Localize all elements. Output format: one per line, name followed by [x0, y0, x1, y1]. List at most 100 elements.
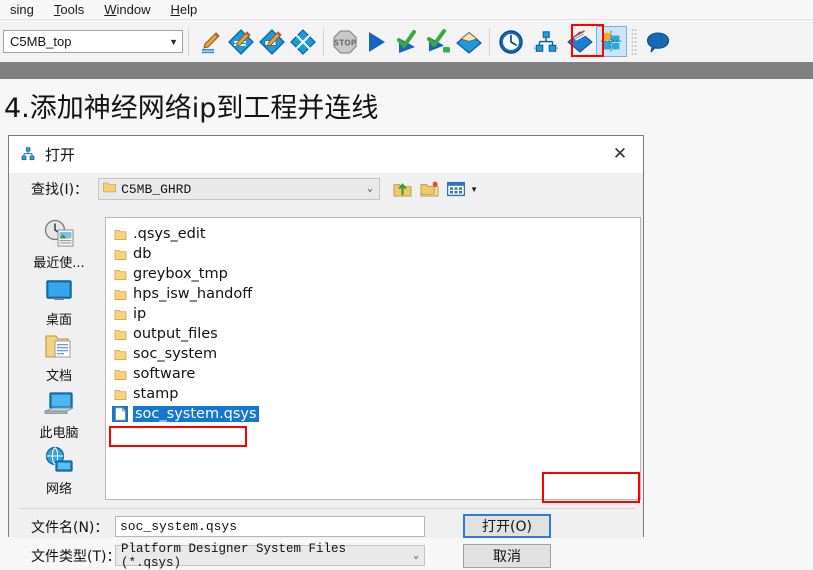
- fitter-place-route-icon[interactable]: [287, 26, 318, 57]
- toolbar-grip[interactable]: [631, 27, 638, 56]
- list-item-label: .qsys_edit: [133, 226, 206, 242]
- open-button[interactable]: 打开(O): [463, 514, 551, 538]
- folder-icon: [103, 181, 116, 197]
- list-item[interactable]: .qsys_edit: [112, 224, 640, 244]
- list-item-label: output_files: [133, 326, 218, 342]
- folder-icon: [112, 246, 128, 262]
- compile-design-icon[interactable]: [225, 26, 256, 57]
- look-in-label: 查找(I)：: [31, 182, 89, 198]
- menu-item-tools[interactable]: Tools: [44, 2, 94, 17]
- this-pc-icon: [42, 387, 76, 421]
- place-network-label: 网络: [45, 482, 72, 498]
- chevron-down-icon[interactable]: ▼: [470, 185, 478, 194]
- place-documents-label: 文档: [45, 369, 72, 385]
- place-desktop[interactable]: 桌面: [21, 274, 97, 331]
- menu-item-window-label: indow: [116, 1, 151, 17]
- file-name-label: 文件名(N)：: [31, 519, 109, 536]
- file-name-row: 文件名(N)： soc_system.qsys: [31, 516, 425, 537]
- list-item[interactable]: db: [112, 244, 640, 264]
- chevron-down-icon: ⌄: [412, 550, 419, 562]
- toolbar-separator: [489, 27, 490, 56]
- analysis-synthesis-icon[interactable]: [256, 26, 287, 57]
- timing-analyzer-icon[interactable]: [422, 26, 453, 57]
- list-item-label: hps_isw_handoff: [133, 286, 253, 302]
- place-recent-items[interactable]: 最近使...: [21, 217, 97, 274]
- place-desktop-label: 桌面: [45, 312, 72, 328]
- platform-designer-icon: [19, 145, 37, 163]
- list-item-label: ip: [133, 306, 147, 322]
- place-this-pc-label: 此电脑: [39, 425, 79, 441]
- look-in-value: C5MB_GHRD: [121, 181, 192, 197]
- file-type-select[interactable]: Platform Designer System Files (*.qsys) …: [115, 542, 425, 570]
- place-this-pc[interactable]: 此电脑: [21, 387, 97, 444]
- timequest-timing-icon[interactable]: [495, 26, 526, 57]
- folder-icon: [112, 226, 128, 242]
- file-type-label: 文件类型(T)：: [31, 548, 121, 565]
- stop-processing-icon[interactable]: STOP: [329, 26, 360, 57]
- file-list[interactable]: .qsys_edit db greybox_tmp hps_isw_handof…: [105, 217, 641, 500]
- up-one-level-icon[interactable]: [392, 179, 412, 199]
- place-recent-items-label: 最近使...: [33, 256, 85, 271]
- toolbar-separator: [323, 27, 324, 56]
- analysis-elaboration-icon[interactable]: [194, 26, 225, 57]
- open-button-label: 打开(O): [482, 519, 532, 535]
- project-revision-value: C5MB_top: [10, 34, 72, 49]
- folder-icon: [112, 286, 128, 302]
- programmer-icon[interactable]: [453, 26, 484, 57]
- file-name-value: soc_system.qsys: [120, 519, 238, 534]
- place-documents[interactable]: 文档: [21, 330, 97, 387]
- look-in-combo[interactable]: C5MB_GHRD ⌄: [98, 178, 381, 200]
- start-compilation-icon[interactable]: [360, 26, 391, 57]
- chevron-down-icon: ⌄: [367, 184, 374, 195]
- list-item-selected-label: soc_system.qsys: [133, 406, 259, 422]
- menu-item-window[interactable]: Window: [94, 2, 160, 17]
- file-name-input[interactable]: soc_system.qsys: [115, 516, 425, 537]
- signal-tap-icon[interactable]: [565, 26, 596, 57]
- list-item[interactable]: output_files: [112, 324, 640, 344]
- view-menu-icon[interactable]: [446, 179, 466, 199]
- look-in-toolbar: ▼: [392, 179, 478, 199]
- cancel-button-label: 取消: [493, 549, 521, 565]
- places-bar: 最近使... 桌面 文档 此电脑 网络: [21, 217, 97, 500]
- menu-item-processing[interactable]: sing: [0, 2, 44, 17]
- list-item[interactable]: stamp: [112, 384, 640, 404]
- list-item[interactable]: greybox_tmp: [112, 264, 640, 284]
- create-new-folder-icon[interactable]: [419, 179, 439, 199]
- list-item[interactable]: software: [112, 364, 640, 384]
- menu-bar: sing Tools Window Help: [0, 0, 813, 18]
- look-in-row: 查找(I)： C5MB_GHRD ⌄ ▼: [9, 173, 643, 205]
- chip-planner-icon[interactable]: [596, 26, 627, 57]
- menu-item-help[interactable]: Help: [160, 2, 207, 17]
- list-item[interactable]: soc_system: [112, 344, 640, 364]
- folder-icon: [112, 326, 128, 342]
- folder-icon: [112, 266, 128, 282]
- list-item-label: stamp: [133, 386, 179, 402]
- dialog-title-label: 打开: [45, 146, 76, 164]
- cancel-button[interactable]: 取消: [463, 544, 551, 568]
- list-item-label: software: [133, 366, 196, 382]
- assembler-icon[interactable]: [391, 26, 422, 57]
- close-icon[interactable]: ✕: [597, 136, 643, 172]
- open-file-dialog: 打开 ✕ 查找(I)： C5MB_GHRD ⌄ ▼ 最近使... 桌面 文档 此…: [8, 135, 644, 570]
- network-icon: [42, 443, 76, 477]
- page-title: 4.添加神经网络ip到工程并连线: [4, 93, 379, 124]
- file-icon: [112, 406, 128, 422]
- dialog-body: 查找(I)： C5MB_GHRD ⌄ ▼ 最近使... 桌面 文档 此电脑 网络…: [9, 173, 643, 570]
- file-type-value: Platform Designer System Files (*.qsys): [121, 541, 347, 570]
- list-item-label: db: [133, 246, 152, 262]
- project-revision-combo[interactable]: C5MB_top ▼: [3, 30, 183, 53]
- menu-item-processing-label: sing: [10, 1, 34, 17]
- folder-icon: [112, 386, 128, 402]
- folder-icon: [112, 366, 128, 382]
- list-item-selected[interactable]: soc_system.qsys: [112, 404, 640, 424]
- list-item-label: greybox_tmp: [133, 266, 228, 282]
- place-network[interactable]: 网络: [21, 443, 97, 500]
- desktop-icon: [42, 274, 76, 308]
- chevron-down-icon: ▼: [169, 36, 178, 47]
- list-item[interactable]: hps_isw_handoff: [112, 284, 640, 304]
- platform-designer-qsys-icon[interactable]: [530, 26, 561, 57]
- documents-icon: [44, 330, 74, 364]
- list-item[interactable]: ip: [112, 304, 640, 324]
- comment-bubble-icon[interactable]: [642, 26, 673, 57]
- menu-item-tools-label: ools: [60, 1, 85, 17]
